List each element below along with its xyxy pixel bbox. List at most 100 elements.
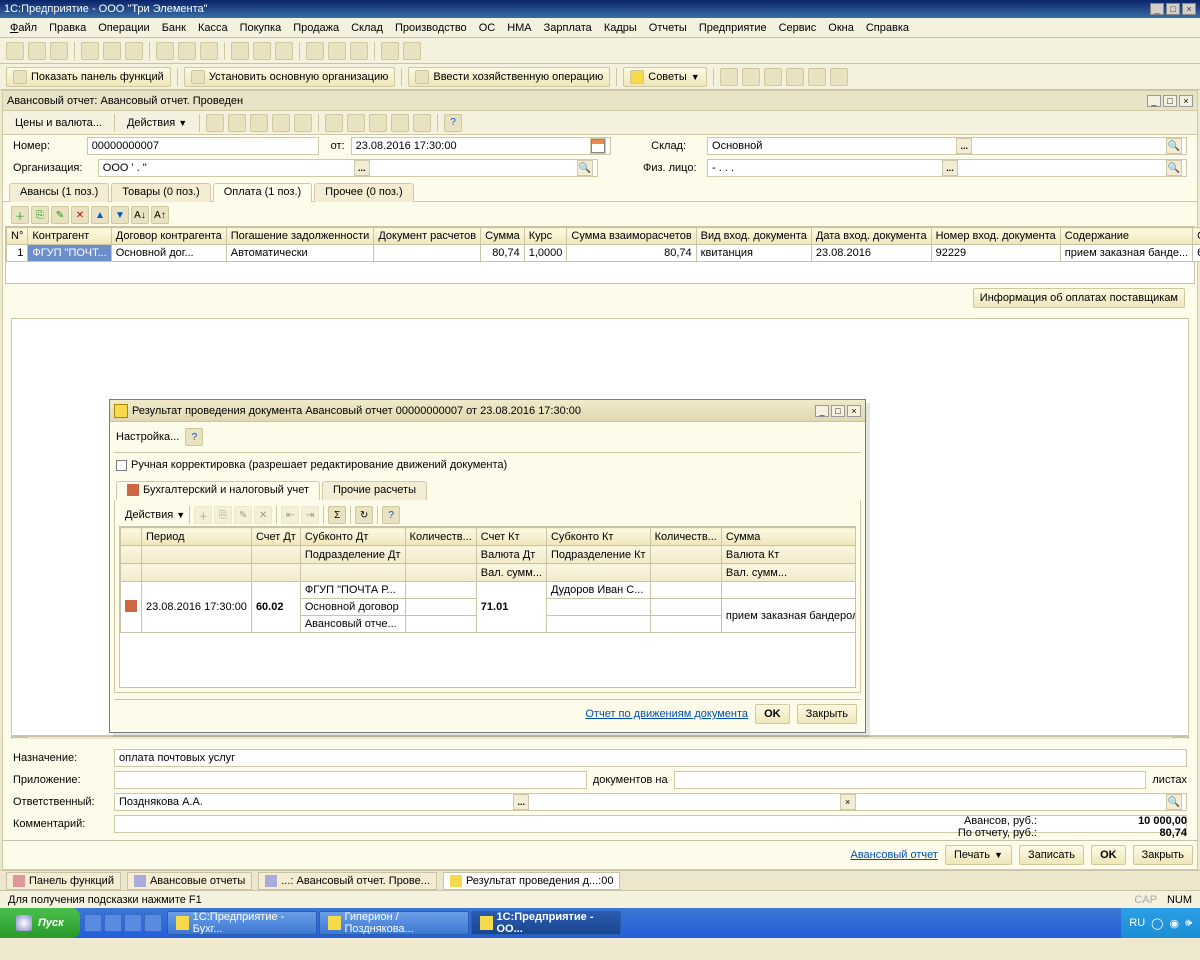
select-button[interactable] [942,160,958,176]
start-button[interactable]: Пуск [0,908,80,938]
help-icon[interactable]: ? [444,114,462,132]
redo-icon[interactable] [200,42,218,60]
menu-service[interactable]: Сервис [779,22,817,34]
mdi-tab-advance-report-doc[interactable]: ...: Авансовый отчет. Прове... [258,872,437,890]
inner-maximize-button[interactable]: □ [831,405,845,417]
menu-warehouse[interactable]: Склад [351,22,383,34]
movements-report-link[interactable]: Отчет по движениям документа [585,708,748,720]
tab-other-calc[interactable]: Прочие расчеты [322,481,427,500]
maximize-button[interactable]: □ [1166,3,1180,15]
minimize-button[interactable]: _ [1150,3,1164,15]
add-icon[interactable]: ＋ [194,506,212,524]
shortcut-icon[interactable] [786,68,804,86]
col-content[interactable]: Содержание [1060,228,1192,245]
info-icon[interactable] [403,42,421,60]
purpose-input[interactable]: оплата почтовых услуг [114,749,1187,767]
menu-operations[interactable]: Операции [98,22,149,34]
new-icon[interactable] [6,42,24,60]
print-icon[interactable] [272,114,290,132]
ie-icon[interactable] [84,914,102,932]
menu-enterprise[interactable]: Предприятие [699,22,767,34]
clear-button[interactable]: × [840,794,856,810]
menu-personnel[interactable]: Кадры [604,22,637,34]
find-icon[interactable] [156,42,174,60]
doc-restore-button[interactable]: □ [1163,95,1177,107]
advance-report-link[interactable]: Авансовый отчет [851,849,938,861]
manual-correction-checkbox[interactable] [116,460,127,471]
shortcut-icon[interactable] [720,68,738,86]
delete-icon[interactable]: ✕ [254,506,272,524]
mdi-tab-panel[interactable]: Панель функций [6,872,121,890]
org-input[interactable]: ООО ' . " [98,159,598,177]
tray-icon[interactable]: ◉ [1169,917,1179,930]
print-icon[interactable] [231,42,249,60]
col-repay[interactable]: Погашение задолженности [226,228,374,245]
actions-dropdown[interactable]: Действия ▼ [125,509,185,521]
calendar-icon[interactable] [590,138,606,154]
copy-row-icon[interactable]: ⎘ [31,206,49,224]
cut-icon[interactable] [81,42,99,60]
show-functions-button[interactable]: Показать панель функций [6,67,171,87]
task-item[interactable]: 1С:Предприятие - Бухг... [167,911,317,935]
copy-icon[interactable] [103,42,121,60]
sum-icon[interactable]: Σ [328,506,346,524]
tray-icon[interactable]: ◯ [1151,917,1163,930]
col-contractor[interactable]: Контрагент [28,228,111,245]
col-indoc-type[interactable]: Вид вход. документа [696,228,811,245]
business-op-button[interactable]: Ввести хозяйственную операцию [408,67,610,87]
menu-bank[interactable]: Банк [162,22,186,34]
move-up-icon[interactable]: ▲ [91,206,109,224]
m-icon[interactable] [306,42,324,60]
col-subkt[interactable]: Субконто Кт [546,528,650,546]
tray-icon[interactable]: 🕪 [1185,917,1192,930]
shortcut-icon[interactable] [830,68,848,86]
mminus-icon[interactable] [350,42,368,60]
copy-icon[interactable]: ⎘ [214,506,232,524]
select-button[interactable] [513,794,529,810]
system-tray[interactable]: RU ◯ ◉ 🕪 [1121,908,1200,938]
help-icon[interactable]: ? [185,428,203,446]
fiz-input[interactable]: - . . . [707,159,1187,177]
col-period[interactable]: Период [142,528,252,546]
tips-button[interactable]: Советы▼ [623,67,706,87]
language-indicator[interactable]: RU [1129,917,1145,929]
actions-dropdown[interactable]: Действия ▼ [121,115,193,131]
move-down-icon[interactable]: ▼ [111,206,129,224]
calendar-icon[interactable] [275,42,293,60]
inner-close-button[interactable]: × [847,405,861,417]
menu-nma[interactable]: НМА [507,22,531,34]
help-icon[interactable] [381,42,399,60]
select-button[interactable] [956,138,972,154]
tab-advances[interactable]: Авансы (1 поз.) [9,183,109,202]
first-icon[interactable]: ⇤ [281,506,299,524]
date-input[interactable]: 23.08.2016 17:30:00 [351,137,611,155]
col-num[interactable]: N° [7,228,28,245]
tab-accounting[interactable]: Бухгалтерский и налоговый учет [116,481,320,500]
col-subdt[interactable]: Субконто Дт [300,528,405,546]
dt-kt-icon[interactable] [347,114,365,132]
col-acct[interactable]: Счет расчетов [1193,228,1200,245]
inner-minimize-button[interactable]: _ [815,405,829,417]
form-icon[interactable] [413,114,431,132]
desktop-icon[interactable] [104,914,122,932]
undo-icon[interactable] [178,42,196,60]
col-rate[interactable]: Курс [524,228,567,245]
tab-other[interactable]: Прочее (0 поз.) [314,183,413,202]
refresh-icon[interactable] [228,114,246,132]
delete-row-icon[interactable]: ✕ [71,206,89,224]
col-sum[interactable]: Сумма [721,528,856,546]
post-icon[interactable] [206,114,224,132]
menu-os[interactable]: ОС [479,22,496,34]
menu-cash[interactable]: Касса [198,22,228,34]
posting-result-titlebar[interactable]: Результат проведения документа Авансовый… [110,400,865,422]
mdi-tab-advance-reports[interactable]: Авансовые отчеты [127,872,252,890]
shortcut-icon[interactable] [742,68,760,86]
menu-reports[interactable]: Отчеты [649,22,687,34]
menu-sale[interactable]: Продажа [293,22,339,34]
menu-purchase[interactable]: Покупка [240,22,282,34]
tab-goods[interactable]: Товары (0 поз.) [111,183,210,202]
select-button[interactable] [354,160,370,176]
refresh-icon[interactable]: ↻ [355,506,373,524]
close-button[interactable]: Закрыть [1133,845,1193,865]
menu-file[interactable]: Файл [10,22,37,34]
